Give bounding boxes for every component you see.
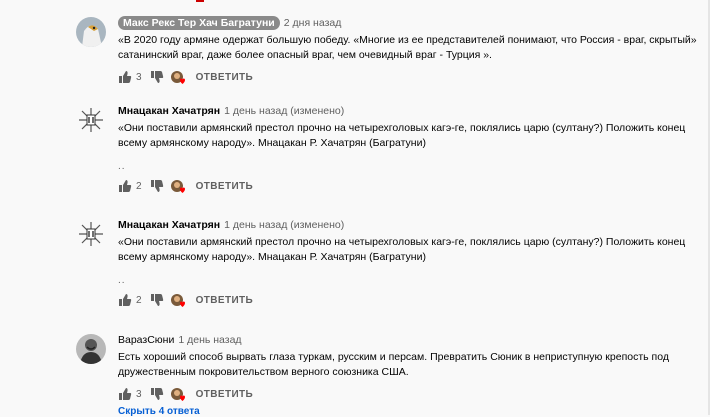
ellipsis: .. [118, 161, 126, 172]
comment-text: «Они поставили армянский престол прочно … [118, 236, 686, 263]
comment-actions: 3 ОТВЕТИТЬ [118, 386, 698, 402]
creator-heart-icon [170, 293, 185, 307]
like-count: 2 [136, 294, 142, 306]
comment-actions: 2 ОТВЕТИТЬ [118, 292, 698, 308]
comment-text: Есть хороший способ вырвать глаза туркам… [118, 351, 669, 378]
creator-heart-icon [170, 179, 185, 193]
avatar[interactable] [76, 219, 106, 249]
comment-actions: 2 ОТВЕТИТЬ [118, 178, 698, 194]
timestamp[interactable]: 2 дня назад [284, 17, 342, 29]
comment-header: Мнацакан Хачатрян 1 день назад (изменено) [118, 219, 698, 232]
reply-button[interactable]: ОТВЕТИТЬ [196, 295, 254, 306]
reply-button[interactable]: ОТВЕТИТЬ [196, 72, 254, 83]
comment-actions: 3 ОТВЕТИТЬ [118, 69, 698, 85]
thumbs-down-icon[interactable] [150, 179, 164, 193]
avatar[interactable] [76, 105, 106, 135]
thumbs-up-icon[interactable] [118, 179, 132, 193]
avatar[interactable] [76, 334, 106, 364]
timestamp[interactable]: 1 день назад [178, 334, 241, 346]
comment-header: Макс Рекс Тер Хач Багратуни 2 дня назад [118, 16, 698, 30]
creator-heart-icon [170, 387, 185, 401]
hide-replies-link[interactable]: Скрыть 4 ответа [118, 406, 200, 417]
timestamp[interactable]: 1 день назад (изменено) [224, 219, 344, 231]
author-name[interactable]: Мнацакан Хачатрян [118, 219, 220, 231]
timestamp[interactable]: 1 день назад (изменено) [224, 105, 344, 117]
avatar[interactable] [76, 17, 106, 47]
thumbs-up-icon[interactable] [118, 70, 132, 84]
like-count: 3 [136, 388, 142, 400]
reply-button[interactable]: ОТВЕТИТЬ [196, 389, 254, 400]
thumbs-up-icon[interactable] [118, 387, 132, 401]
author-name[interactable]: Макс Рекс Тер Хач Багратуни [118, 16, 280, 30]
comment-header: ВаразСюни 1 день назад [118, 334, 698, 347]
comment-header: Мнацакан Хачатрян 1 день назад (изменено) [118, 105, 698, 118]
like-count: 2 [136, 180, 142, 192]
creator-heart-icon [170, 70, 185, 84]
thumbs-down-icon[interactable] [150, 293, 164, 307]
comment-text: «В 2020 году армяне одержат большую побе… [118, 34, 697, 61]
author-name[interactable]: ВаразСюни [118, 334, 174, 346]
reply-button[interactable]: ОТВЕТИТЬ [196, 181, 254, 192]
like-count: 3 [136, 71, 142, 83]
thumbs-down-icon[interactable] [150, 387, 164, 401]
top-red-mark [196, 0, 204, 2]
thumbs-up-icon[interactable] [118, 293, 132, 307]
author-name[interactable]: Мнацакан Хачатрян [118, 105, 220, 117]
comment-text: «Они поставили армянский престол прочно … [118, 122, 686, 149]
ellipsis: .. [118, 275, 126, 286]
thumbs-down-icon[interactable] [150, 70, 164, 84]
